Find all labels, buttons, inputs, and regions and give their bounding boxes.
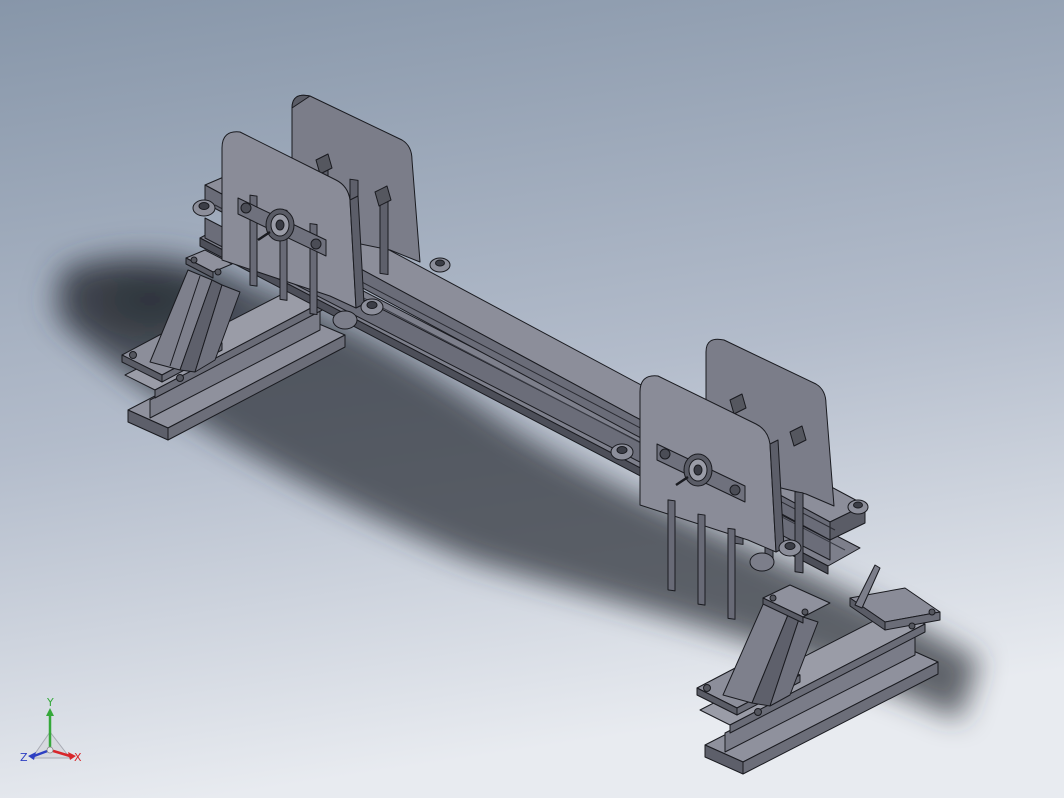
triad-x-label: X	[74, 751, 82, 764]
cad-viewport[interactable]: Y X Z	[0, 0, 1064, 798]
triad-origin	[46, 746, 54, 754]
triad-y-label: Y	[46, 696, 54, 709]
triad-z-label: Z	[20, 751, 28, 764]
